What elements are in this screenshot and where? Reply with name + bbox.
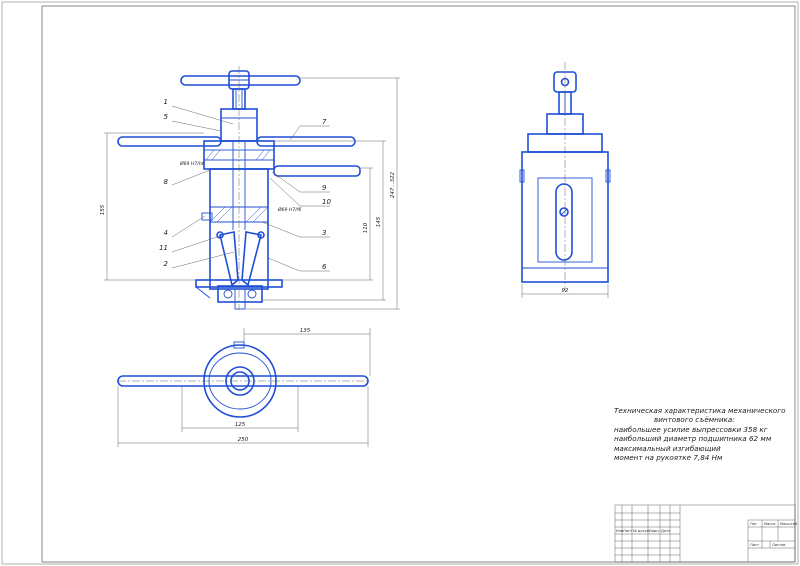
tb-sheet: Лист [750, 543, 759, 547]
tb-lit: Лит [750, 522, 757, 526]
dim-145: 145 [376, 216, 382, 227]
part-label-3: 3 [322, 229, 326, 237]
jaw-right [241, 231, 262, 287]
note-line-6: момент на рукоятке 7,84 Нм [614, 453, 723, 463]
part-label-5: 5 [164, 113, 169, 121]
fit-label-upper: Ø69 H7/h6 [179, 160, 205, 167]
part-label-4: 4 [164, 229, 168, 237]
tb-data: Дата [661, 529, 670, 533]
title-block [614, 504, 796, 563]
tb-sheets: Листов [772, 543, 785, 547]
inner-frame [41, 5, 796, 563]
technical-characteristics: Техническая характеристика механического… [614, 406, 789, 462]
jaw-left [219, 231, 239, 287]
dim-250: 250 [238, 437, 249, 443]
part-label-10: 10 [322, 198, 331, 206]
front-view [104, 66, 400, 310]
fit-label-lower: Ø69 H7/f6 [277, 206, 301, 213]
part-label-11: 11 [159, 244, 168, 252]
note-line-1: Техническая характеристика механического [614, 406, 786, 415]
note-line-5: максимальный изгибающий [614, 443, 721, 453]
note-line-3: наибольшее усилие выпрессовки 358 кг [614, 424, 768, 434]
dim-247: 247...322 [390, 171, 396, 198]
note-line-4: наибольший диаметр подшипника 62 мм [614, 434, 772, 444]
dim-135: 135 [300, 328, 311, 334]
outer-frame [1, 1, 799, 565]
dim-92: 92 [562, 288, 569, 294]
part-label-9: 9 [322, 184, 327, 192]
part-label-2: 2 [164, 260, 169, 268]
top-view [117, 328, 371, 447]
part-label-8: 8 [164, 178, 169, 186]
tb-massa: Масса [764, 522, 775, 526]
part-label-6: 6 [322, 263, 327, 271]
housing [209, 168, 269, 290]
side-slot [555, 183, 573, 261]
dim-125: 125 [235, 422, 246, 428]
part-label-7: 7 [322, 118, 327, 126]
note-line-2: винтового съёмника: [654, 415, 735, 425]
tb-list: Лист [623, 529, 632, 533]
tb-masshtab: Масштаб [780, 522, 798, 526]
tb-podp: Подп. [649, 529, 660, 533]
t-handle-bar [180, 75, 301, 86]
drawing-sheet: 1 5 8 4 11 2 7 9 10 3 6 Ø69 H7/h6 Ø69 H7… [1, 1, 799, 565]
part-label-1: 1 [164, 98, 168, 106]
dim-110: 110 [363, 222, 369, 233]
dim-155: 155 [100, 204, 106, 215]
side-view [519, 62, 611, 298]
